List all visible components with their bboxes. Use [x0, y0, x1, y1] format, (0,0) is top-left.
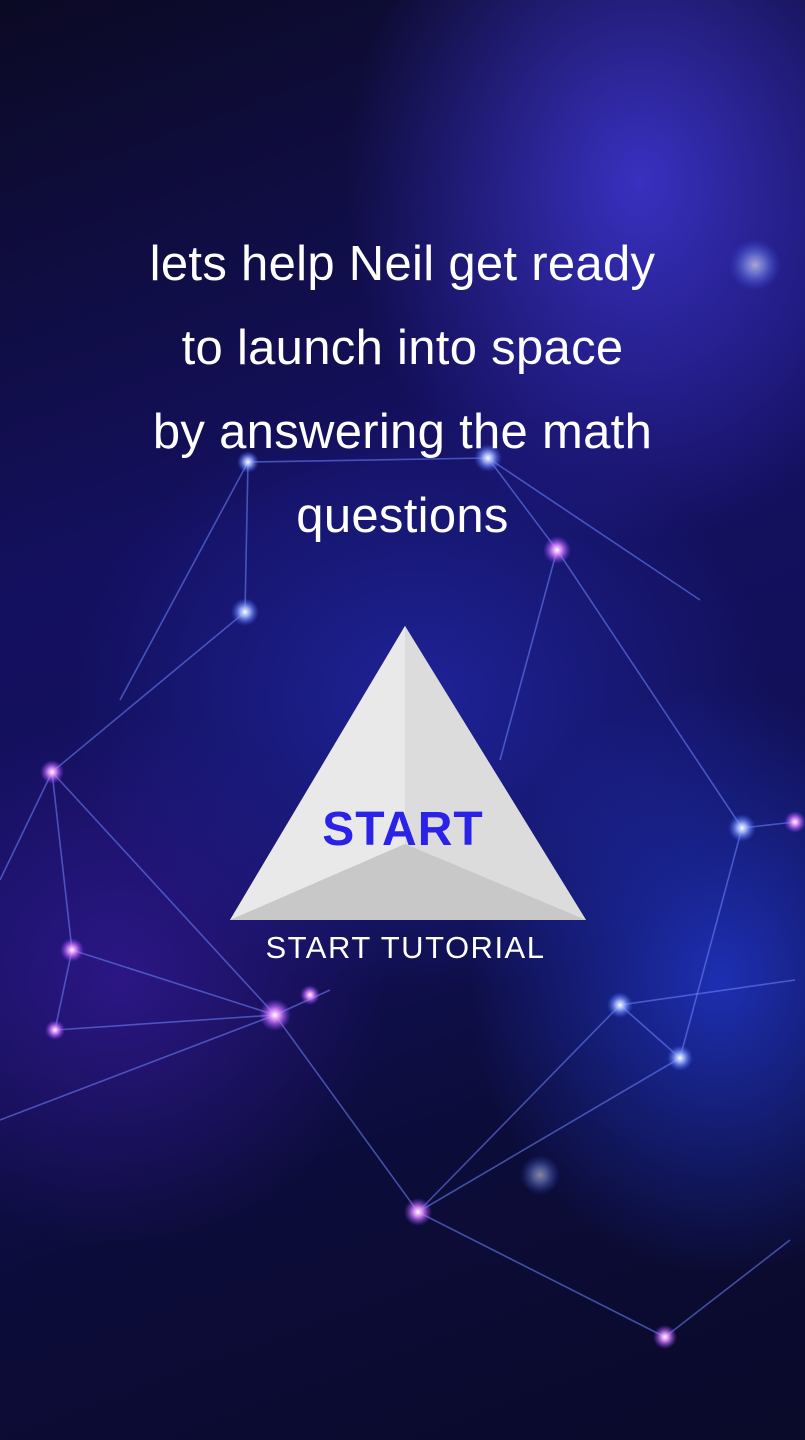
start-button-label: START [322, 803, 484, 856]
start-tutorial-button[interactable]: START TUTORIAL [228, 930, 583, 966]
triangle-button-shape [230, 626, 586, 920]
intro-message: lets help Neil get ready to launch into … [149, 237, 656, 543]
start-button[interactable]: START [228, 624, 588, 924]
game-start-screen: lets help Neil get ready to launch into … [0, 0, 805, 1440]
